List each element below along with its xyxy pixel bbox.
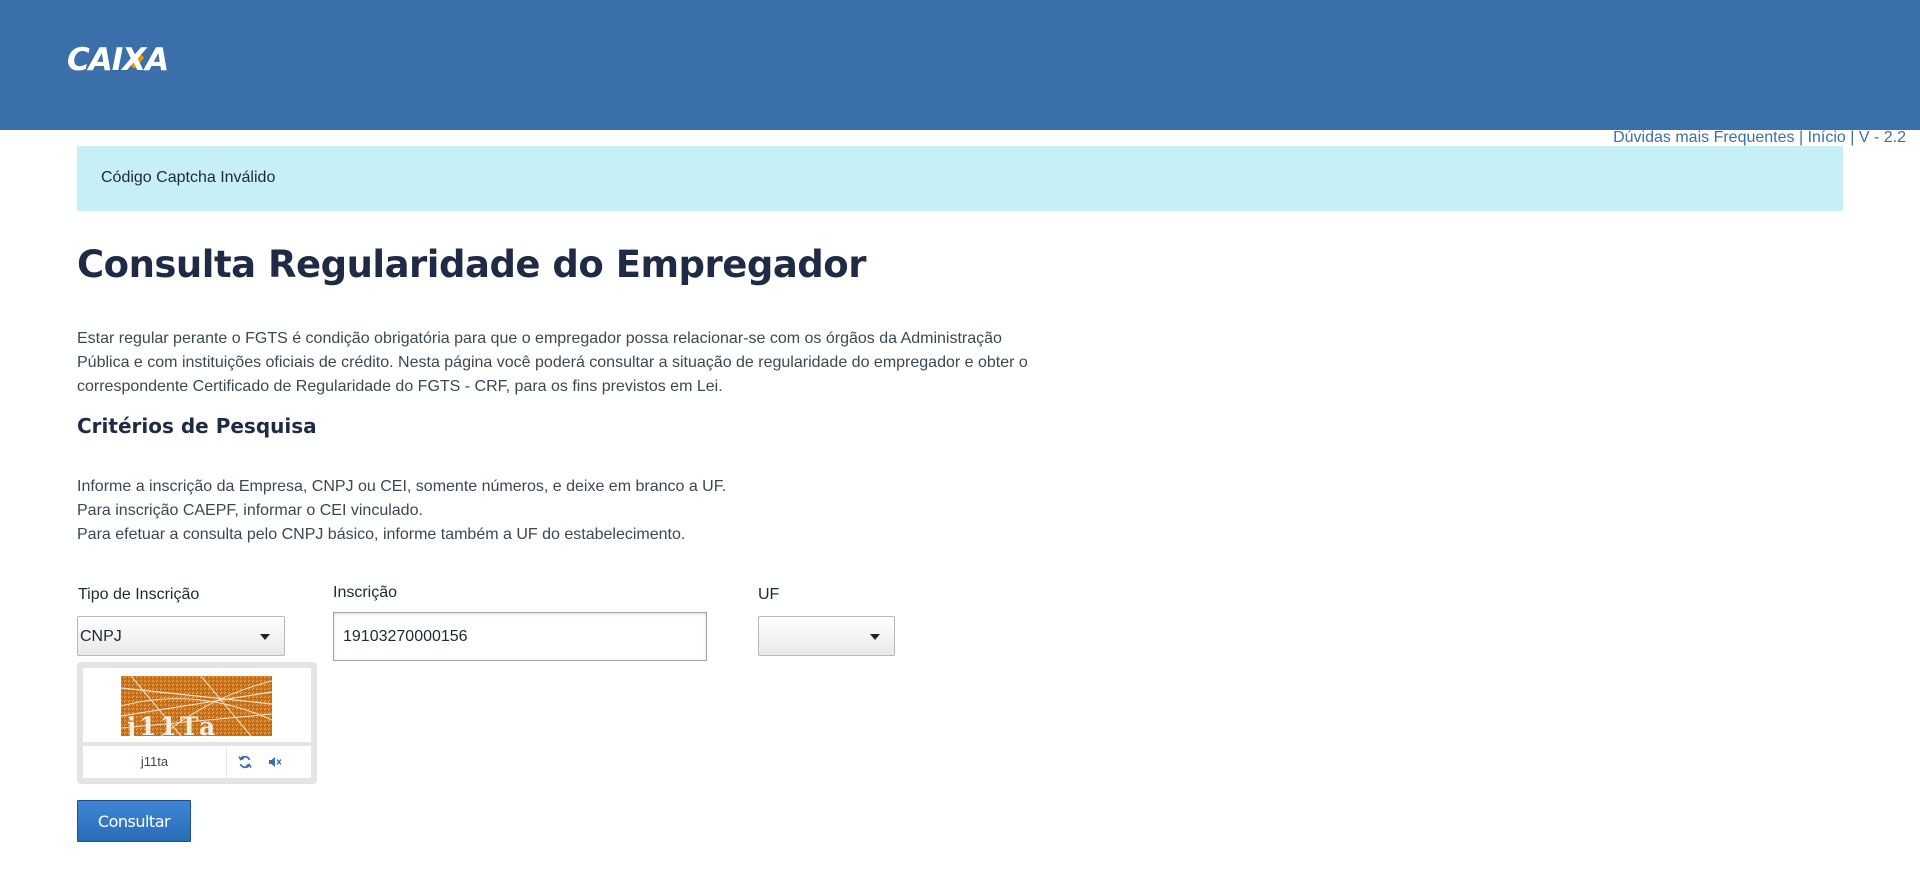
refresh-icon[interactable] bbox=[230, 746, 260, 778]
audio-icon[interactable] bbox=[260, 746, 290, 778]
uf-select[interactable] bbox=[758, 616, 895, 656]
top-header-bar: CAIX A bbox=[0, 0, 1920, 130]
captcha-image-container: j11Ta bbox=[83, 668, 311, 742]
chevron-down-icon bbox=[260, 634, 270, 640]
captcha-input[interactable]: j11ta bbox=[83, 746, 227, 778]
captcha-image-text: j11Ta bbox=[125, 712, 218, 736]
captcha-widget: j11Ta j11ta bbox=[77, 662, 317, 784]
inscricao-label: Inscrição bbox=[333, 584, 398, 601]
link-separator: | bbox=[1845, 129, 1859, 146]
link-separator: | bbox=[1794, 129, 1808, 146]
criteria-title: Critérios de Pesquisa bbox=[77, 414, 317, 438]
faq-link[interactable]: Dúvidas mais Frequentes bbox=[1613, 129, 1794, 146]
home-link[interactable]: Início bbox=[1808, 129, 1846, 146]
inscricao-input[interactable] bbox=[333, 612, 707, 661]
tipo-inscricao-label: Tipo de Inscrição bbox=[78, 586, 200, 603]
tipo-inscricao-select[interactable]: CNPJ bbox=[77, 616, 285, 656]
top-links: Dúvidas mais Frequentes | Início | V - 2… bbox=[1613, 129, 1906, 147]
instruction-line: Para inscrição CAEPF, informar o CEI vin… bbox=[77, 502, 423, 519]
alert-message: Código Captcha Inválido bbox=[101, 169, 276, 186]
consultar-button[interactable]: Consultar bbox=[77, 800, 191, 842]
tipo-inscricao-value: CNPJ bbox=[80, 628, 122, 645]
uf-label: UF bbox=[758, 586, 780, 603]
version-label: V - 2.2 bbox=[1858, 129, 1906, 146]
captcha-controls: j11ta bbox=[83, 746, 311, 778]
caixa-logo[interactable]: CAIX A bbox=[67, 42, 169, 78]
alert-banner: Código Captcha Inválido bbox=[77, 146, 1843, 211]
intro-paragraph: Estar regular perante o FGTS é condição … bbox=[77, 330, 1028, 395]
chevron-down-icon bbox=[870, 634, 880, 640]
instruction-line: Informe a inscrição da Empresa, CNPJ ou … bbox=[77, 478, 727, 495]
captcha-image: j11Ta bbox=[121, 676, 272, 736]
instructions: Informe a inscrição da Empresa, CNPJ ou … bbox=[77, 475, 726, 547]
page-title: Consulta Regularidade do Empregador bbox=[77, 243, 866, 286]
instruction-line: Para efetuar a consulta pelo CNPJ básico… bbox=[77, 526, 686, 543]
